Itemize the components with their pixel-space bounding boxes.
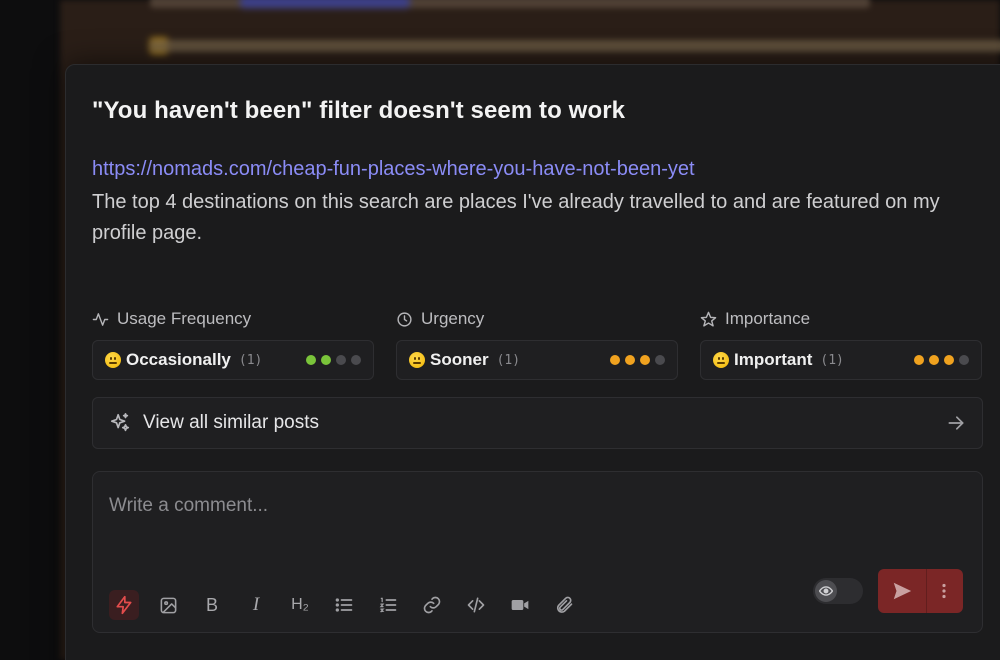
- urgency-select[interactable]: Sooner (1): [396, 340, 678, 380]
- comment-input[interactable]: [109, 486, 959, 526]
- level-dot: [640, 355, 650, 365]
- attachment-icon: [556, 596, 573, 613]
- heading-icon: H₂: [291, 596, 309, 613]
- post-modal: "You haven't been" filter doesn't seem t…: [65, 64, 1000, 660]
- urgency-label-text: Urgency: [421, 309, 485, 328]
- emoji-icon: [713, 352, 729, 368]
- bullet-list-button[interactable]: [329, 590, 359, 620]
- usage-frequency-level: [306, 355, 361, 365]
- view-similar-posts-button[interactable]: View all similar posts: [92, 397, 983, 449]
- activity-icon: [92, 312, 109, 326]
- importance-count: (1): [820, 352, 844, 368]
- toggle-knob: [815, 580, 837, 602]
- video-button[interactable]: [505, 590, 535, 620]
- link-button[interactable]: [417, 590, 447, 620]
- usage-frequency-group: Usage Frequency Occasionally (1): [92, 308, 375, 380]
- importance-value: Important: [734, 350, 813, 369]
- send-icon: [893, 582, 912, 600]
- send-button-group: [878, 569, 963, 613]
- left-sidebar-edge: [0, 0, 60, 660]
- sparkles-icon: [110, 413, 130, 432]
- bolt-icon: [116, 595, 132, 615]
- urgency-count: (1): [496, 352, 521, 368]
- importance-level: [914, 355, 969, 365]
- level-dot: [336, 355, 346, 365]
- video-icon: [511, 600, 529, 610]
- visibility-toggle[interactable]: [813, 578, 863, 604]
- level-dot: [351, 355, 361, 365]
- star-icon: [700, 311, 717, 327]
- italic-button[interactable]: I: [241, 590, 271, 620]
- level-dot: [625, 355, 635, 365]
- link-icon: [423, 596, 441, 614]
- image-button[interactable]: [153, 590, 183, 620]
- level-dot: [929, 355, 939, 365]
- urgency-label: Urgency: [396, 308, 679, 330]
- importance-label: Importance: [700, 308, 983, 330]
- urgency-value: Sooner: [430, 350, 489, 369]
- eye-icon: [819, 586, 833, 596]
- italic-icon: I: [252, 594, 260, 615]
- emoji-icon: [409, 352, 425, 368]
- usage-frequency-label-text: Usage Frequency: [117, 309, 252, 328]
- bolt-button[interactable]: [109, 590, 139, 620]
- clock-icon: [397, 311, 412, 327]
- arrow-right-icon: [948, 416, 964, 430]
- comment-composer: B I H₂: [92, 471, 983, 633]
- composer-toolbar: B I H₂: [109, 590, 579, 620]
- urgency-level: [610, 355, 665, 365]
- code-button[interactable]: [461, 590, 491, 620]
- level-dot: [655, 355, 665, 365]
- level-dot: [306, 355, 316, 365]
- level-dot: [914, 355, 924, 365]
- post-title: "You haven't been" filter doesn't seem t…: [92, 97, 626, 124]
- post-body: The top 4 destinations on this search ar…: [92, 191, 940, 244]
- bold-button[interactable]: B: [197, 590, 227, 620]
- urgency-group: Urgency Sooner (1): [396, 308, 679, 380]
- emoji-icon: [105, 352, 121, 368]
- bold-icon: B: [205, 594, 218, 615]
- importance-label-text: Importance: [725, 309, 811, 328]
- level-dot: [944, 355, 954, 365]
- numbered-list-icon: [379, 597, 397, 613]
- usage-frequency-label: Usage Frequency: [92, 308, 375, 330]
- importance-group: Importance Important (1): [700, 308, 983, 380]
- importance-select[interactable]: Important (1): [700, 340, 982, 380]
- more-vertical-icon: [941, 583, 946, 599]
- attachment-button[interactable]: [549, 590, 579, 620]
- post-link[interactable]: https://nomads.com/cheap-fun-places-wher…: [92, 158, 695, 181]
- usage-frequency-value: Occasionally: [126, 350, 231, 369]
- level-dot: [321, 355, 331, 365]
- send-options-button[interactable]: [926, 569, 960, 613]
- code-icon: [467, 597, 485, 613]
- level-dot: [610, 355, 620, 365]
- image-icon: [160, 597, 176, 613]
- view-similar-posts-label: View all similar posts: [143, 412, 319, 433]
- usage-frequency-select[interactable]: Occasionally (1): [92, 340, 374, 380]
- level-dot: [959, 355, 969, 365]
- usage-frequency-count: (1): [238, 352, 263, 368]
- heading-button[interactable]: H₂: [285, 590, 315, 620]
- numbered-list-button[interactable]: [373, 590, 403, 620]
- send-button[interactable]: [878, 569, 926, 613]
- bullet-list-icon: [335, 598, 353, 612]
